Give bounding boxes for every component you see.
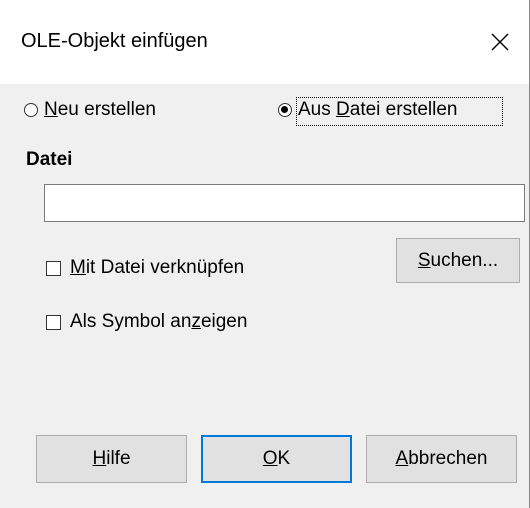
create-from-file-radio[interactable]: Aus Datei erstellen bbox=[278, 96, 508, 126]
file-path-input[interactable] bbox=[44, 184, 525, 222]
close-button[interactable] bbox=[480, 22, 520, 62]
create-new-radio-indicator[interactable] bbox=[24, 103, 38, 117]
display-as-icon-label: Als Symbol anzeigen bbox=[70, 311, 248, 332]
help-button[interactable]: Hilfe bbox=[36, 435, 187, 483]
create-from-file-radio-indicator[interactable] bbox=[278, 103, 292, 117]
close-icon bbox=[491, 33, 509, 51]
search-button[interactable]: Suchen... bbox=[396, 238, 520, 283]
dialog-body: Neu erstellen Aus Datei erstellen Datei … bbox=[0, 84, 529, 508]
insert-ole-object-dialog: OLE-Objekt einfügen Neu erstellen Aus Da… bbox=[0, 0, 530, 508]
ok-button-label: OK bbox=[262, 448, 291, 469]
cancel-button[interactable]: Abbrechen bbox=[366, 435, 517, 483]
file-section-label: Datei bbox=[26, 149, 73, 170]
help-button-label: Hilfe bbox=[92, 448, 131, 469]
create-from-file-label: Aus Datei erstellen bbox=[298, 99, 458, 120]
dialog-title: OLE-Objekt einfügen bbox=[21, 30, 208, 52]
ok-button[interactable]: OK bbox=[201, 435, 352, 483]
display-as-icon-checkbox-box[interactable] bbox=[46, 315, 61, 330]
title-bar: OLE-Objekt einfügen bbox=[0, 0, 529, 84]
create-new-label: Neu erstellen bbox=[44, 99, 156, 120]
create-new-radio[interactable]: Neu erstellen bbox=[24, 96, 224, 126]
link-to-file-checkbox-box[interactable] bbox=[46, 261, 61, 276]
link-to-file-checkbox[interactable]: Mit Datei verknüpfen bbox=[46, 254, 306, 284]
cancel-button-label: Abbrechen bbox=[395, 448, 488, 469]
link-to-file-label: Mit Datei verknüpfen bbox=[70, 257, 245, 278]
display-as-icon-checkbox[interactable]: Als Symbol anzeigen bbox=[46, 308, 306, 338]
search-button-label: Suchen... bbox=[417, 249, 499, 271]
